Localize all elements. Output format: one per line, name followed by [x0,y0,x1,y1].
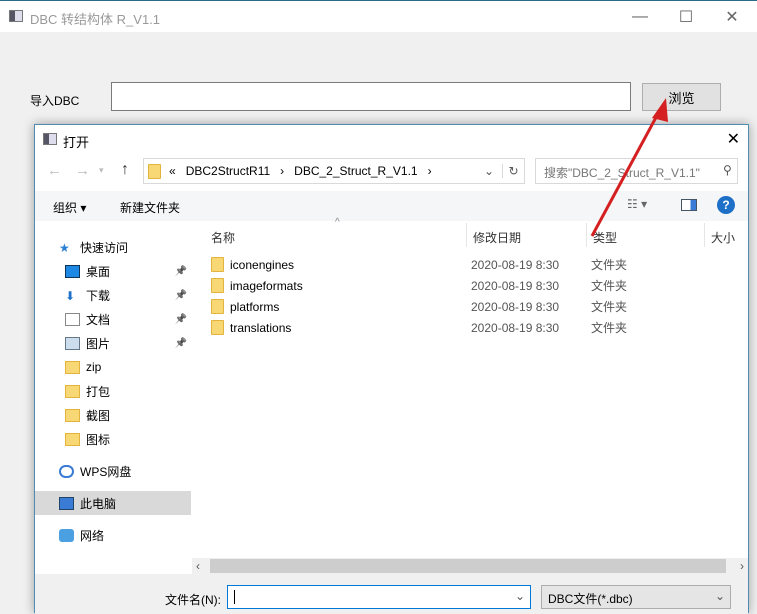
annotation-arrow [590,98,668,237]
arrow-head [652,98,668,122]
arrow-shaft [590,109,662,237]
